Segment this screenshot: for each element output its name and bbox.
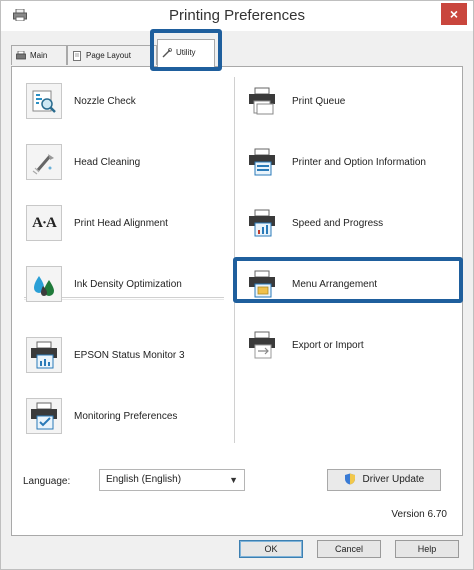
- language-value: English (English): [106, 474, 182, 485]
- shield-icon: [344, 473, 355, 485]
- title-bar: Printing Preferences ×: [1, 1, 473, 31]
- ink-density-button[interactable]: [26, 266, 62, 302]
- speed-progress-label: Speed and Progress: [292, 217, 384, 229]
- speed-progress-icon: [249, 209, 275, 237]
- head-cleaning-label: Head Cleaning: [74, 156, 141, 168]
- nozzle-check-button[interactable]: [26, 83, 62, 119]
- window-title: Printing Preferences: [169, 7, 305, 24]
- language-select[interactable]: English (English) ▼: [99, 469, 245, 491]
- monitoring-prefs-icon: [31, 402, 57, 430]
- export-import-label: Export or Import: [292, 339, 364, 351]
- close-button[interactable]: ×: [441, 3, 467, 25]
- monitoring-prefs-button[interactable]: [26, 398, 62, 434]
- printer-info-item[interactable]: Printer and Option Information: [244, 142, 426, 182]
- status-monitor-label: EPSON Status Monitor 3: [74, 349, 185, 361]
- print-queue-item[interactable]: Print Queue: [244, 81, 345, 121]
- printer-info-button[interactable]: [244, 144, 280, 180]
- menu-arrangement-highlight: [233, 257, 463, 303]
- help-button[interactable]: Help: [395, 540, 459, 558]
- print-head-alignment-button[interactable]: A·A: [26, 205, 62, 241]
- page-icon: [73, 51, 81, 61]
- printer-info-icon: [249, 148, 275, 176]
- driver-update-label: Driver Update: [362, 474, 425, 485]
- print-head-alignment-item[interactable]: A·A Print Head Alignment: [26, 203, 168, 243]
- head-cleaning-icon: [32, 154, 54, 175]
- ink-density-label: Ink Density Optimization: [74, 278, 182, 290]
- chevron-down-icon: ▼: [229, 475, 238, 485]
- print-queue-icon: [249, 87, 275, 115]
- printer-icon: [16, 51, 26, 60]
- alignment-icon: A·A: [32, 214, 57, 231]
- export-import-icon: [249, 331, 275, 359]
- ink-drops-icon: [34, 276, 54, 296]
- nozzle-check-icon: [32, 90, 56, 113]
- print-head-alignment-label: Print Head Alignment: [74, 217, 168, 229]
- tab-main-label: Main: [30, 51, 48, 60]
- head-cleaning-item[interactable]: Head Cleaning: [26, 142, 140, 182]
- ok-button[interactable]: OK: [239, 540, 303, 558]
- monitoring-prefs-item[interactable]: Monitoring Preferences: [26, 396, 177, 436]
- nozzle-check-label: Nozzle Check: [74, 95, 136, 107]
- print-queue-button[interactable]: [244, 83, 280, 119]
- printer-info-label: Printer and Option Information: [292, 156, 426, 168]
- head-cleaning-button[interactable]: [26, 144, 62, 180]
- driver-update-button[interactable]: Driver Update: [327, 469, 441, 491]
- cancel-button[interactable]: Cancel: [317, 540, 381, 558]
- tab-strip: Main Page Layout Utility: [11, 35, 461, 67]
- tab-main[interactable]: Main: [11, 45, 67, 65]
- tab-page-layout[interactable]: Page Layout: [67, 45, 157, 65]
- nozzle-check-item[interactable]: Nozzle Check: [26, 81, 136, 121]
- status-monitor-icon: [31, 341, 57, 369]
- export-import-item[interactable]: Export or Import: [244, 325, 364, 365]
- export-import-button[interactable]: [244, 327, 280, 363]
- ink-density-item[interactable]: Ink Density Optimization: [26, 264, 182, 304]
- print-queue-label: Print Queue: [292, 95, 346, 107]
- status-monitor-item[interactable]: EPSON Status Monitor 3: [26, 335, 185, 375]
- utility-tab-highlight: [150, 29, 222, 71]
- speed-progress-button[interactable]: [244, 205, 280, 241]
- version-label: Version 6.70: [391, 509, 447, 520]
- speed-progress-item[interactable]: Speed and Progress: [244, 203, 383, 243]
- printing-preferences-window: Printing Preferences × Main Page Layout …: [0, 0, 474, 570]
- language-label: Language:: [23, 476, 71, 487]
- tab-page-layout-label: Page Layout: [86, 51, 131, 60]
- status-monitor-button[interactable]: [26, 337, 62, 373]
- monitoring-prefs-label: Monitoring Preferences: [74, 410, 178, 422]
